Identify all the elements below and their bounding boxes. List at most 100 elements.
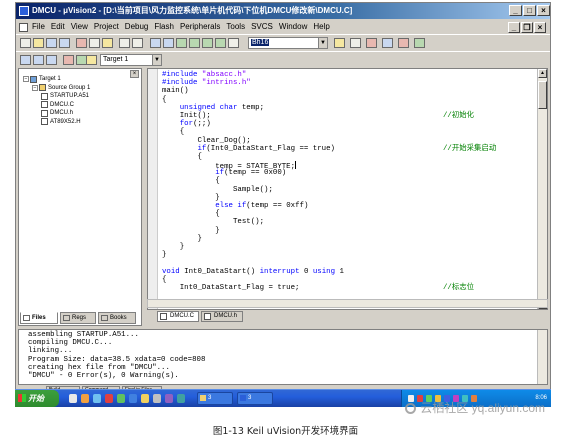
scroll-thumb[interactable] <box>538 81 547 109</box>
save-icon[interactable] <box>46 38 57 48</box>
mdi-minimize-button[interactable]: _ <box>508 22 520 33</box>
quicklaunch-app3-icon[interactable] <box>129 394 137 403</box>
build-icon[interactable] <box>33 55 44 65</box>
find-in-files-icon[interactable] <box>228 38 239 48</box>
redo-icon[interactable] <box>132 38 143 48</box>
clear-bookmark-icon[interactable] <box>215 38 226 48</box>
tree-item-file[interactable]: STARTUP.A51 <box>41 92 89 100</box>
tree-item-folder[interactable]: − Source Group 1 <box>32 84 90 92</box>
tree-item-file[interactable]: DMCU.h <box>41 109 73 117</box>
output-vertical-scrollbar[interactable] <box>537 330 547 384</box>
bookmark-icon[interactable] <box>176 38 187 48</box>
quicklaunch-desktop-icon[interactable] <box>69 394 77 403</box>
quicklaunch-app4-icon[interactable] <box>153 394 161 403</box>
code-line: #include "absacc.h" <box>162 71 535 79</box>
prev-bookmark-icon[interactable] <box>189 38 200 48</box>
menu-project[interactable]: Project <box>94 22 119 31</box>
doc-tab-dmcu-c[interactable]: DMCU.C <box>157 311 199 322</box>
open-icon[interactable] <box>33 38 44 48</box>
code-editor[interactable]: #include "absacc.h" #include "intrins.h" m… <box>147 68 548 310</box>
menu-svcs[interactable]: SVCS <box>251 22 273 31</box>
editor-horizontal-scrollbar[interactable] <box>147 299 548 308</box>
code-token: 0 <box>299 267 313 276</box>
code-token: (;;) <box>193 120 211 129</box>
quicklaunch-app5-icon[interactable] <box>165 394 173 403</box>
maximize-button[interactable]: □ <box>523 5 536 16</box>
document-icon[interactable] <box>19 23 28 32</box>
collapse-icon[interactable]: − <box>32 84 38 91</box>
code-token: { <box>162 95 167 104</box>
menu-edit[interactable]: Edit <box>51 22 65 31</box>
string-literal: "absacc.h" <box>201 71 247 79</box>
tab-regs[interactable]: Regs <box>60 312 96 324</box>
paste-icon[interactable] <box>102 38 113 48</box>
code-line: { <box>162 128 535 136</box>
tab-books[interactable]: Books <box>98 312 136 324</box>
stop-build-icon[interactable] <box>63 55 74 65</box>
editor-vertical-scrollbar[interactable]: ▲ ▼ <box>537 69 547 309</box>
mdi-close-button[interactable]: × <box>534 22 546 33</box>
options-icon[interactable] <box>86 55 97 65</box>
menu-peripherals[interactable]: Peripherals <box>180 22 220 31</box>
next-bookmark-icon[interactable] <box>202 38 213 48</box>
quicklaunch-browser-icon[interactable] <box>81 394 89 403</box>
tree-item-target[interactable]: − Target 1 <box>23 75 61 83</box>
tree-item-label: Target 1 <box>39 76 61 82</box>
code-token: } <box>162 193 220 202</box>
tree-item-file[interactable]: AT89X52.H <box>41 118 81 126</box>
print-icon[interactable] <box>350 38 361 48</box>
find-icon[interactable] <box>334 38 345 48</box>
quicklaunch-folder-icon[interactable] <box>141 394 149 403</box>
window-icon[interactable] <box>382 38 393 48</box>
indent-icon[interactable] <box>150 38 161 48</box>
cut-icon[interactable] <box>76 38 87 48</box>
menu-flash[interactable]: Flash <box>154 22 174 31</box>
tree-item-file[interactable]: DMCU.C <box>41 101 74 109</box>
code-line: } <box>162 243 535 251</box>
minimize-button[interactable]: _ <box>509 5 522 16</box>
config-icon[interactable] <box>414 38 425 48</box>
rebuild-icon[interactable] <box>46 55 57 65</box>
close-icon[interactable]: × <box>130 70 139 78</box>
chevron-down-icon[interactable]: ▼ <box>152 55 161 65</box>
compile-icon[interactable] <box>20 55 31 65</box>
menu-view[interactable]: View <box>71 22 88 31</box>
collapse-icon[interactable]: − <box>23 76 29 82</box>
quicklaunch-app6-icon[interactable] <box>177 394 185 403</box>
debug-icon[interactable] <box>366 38 377 48</box>
find-combo[interactable]: Bh16 ▼ <box>248 37 328 49</box>
title-bar[interactable]: DMCU - μVision2 - [D:\当前项目\风力监控系统\单片机代码\… <box>16 3 550 19</box>
code-line: if(Int0_DataStart_Flag == true)//开始采集启动 <box>162 145 535 153</box>
unindent-icon[interactable] <box>163 38 174 48</box>
close-button[interactable]: × <box>537 5 550 16</box>
tree-item-label: STARTUP.A51 <box>50 93 90 99</box>
quicklaunch-app2-icon[interactable] <box>117 394 125 403</box>
quicklaunch-ie-icon[interactable] <box>93 394 101 403</box>
quicklaunch-app-icon[interactable] <box>105 394 113 403</box>
doc-tab-dmcu-h[interactable]: DMCU.h <box>201 311 243 322</box>
code-token: (Int0_DataStart_Flag == true) <box>206 144 335 153</box>
code-token: { <box>162 210 220 219</box>
code-text[interactable]: #include "absacc.h" #include "intrins.h" m… <box>162 71 535 292</box>
taskbar-task-explorer[interactable]: 3 <box>197 392 233 405</box>
breakpoint-icon[interactable] <box>398 38 409 48</box>
undo-icon[interactable] <box>119 38 130 48</box>
start-button[interactable]: 开始 <box>15 390 59 407</box>
menu-help[interactable]: Help <box>313 22 329 31</box>
mdi-restore-button[interactable]: ❐ <box>521 22 533 33</box>
copy-icon[interactable] <box>89 38 100 48</box>
code-line: void Int0_DataStart() interrupt 0 using … <box>162 268 535 276</box>
tab-files[interactable]: Files <box>20 312 58 324</box>
chevron-down-icon[interactable]: ▼ <box>318 38 327 48</box>
target-combo[interactable]: Target 1 ▼ <box>100 54 162 66</box>
save-all-icon[interactable] <box>59 38 70 48</box>
scroll-up-icon[interactable]: ▲ <box>538 69 547 78</box>
menu-debug[interactable]: Debug <box>125 22 149 31</box>
taskbar-task-uvision[interactable]: 3 <box>237 392 273 405</box>
menu-window[interactable]: Window <box>279 22 307 31</box>
menu-tools[interactable]: Tools <box>226 22 245 31</box>
new-icon[interactable] <box>20 38 31 48</box>
code-line: } <box>162 251 535 259</box>
menu-file[interactable]: File <box>32 22 45 31</box>
